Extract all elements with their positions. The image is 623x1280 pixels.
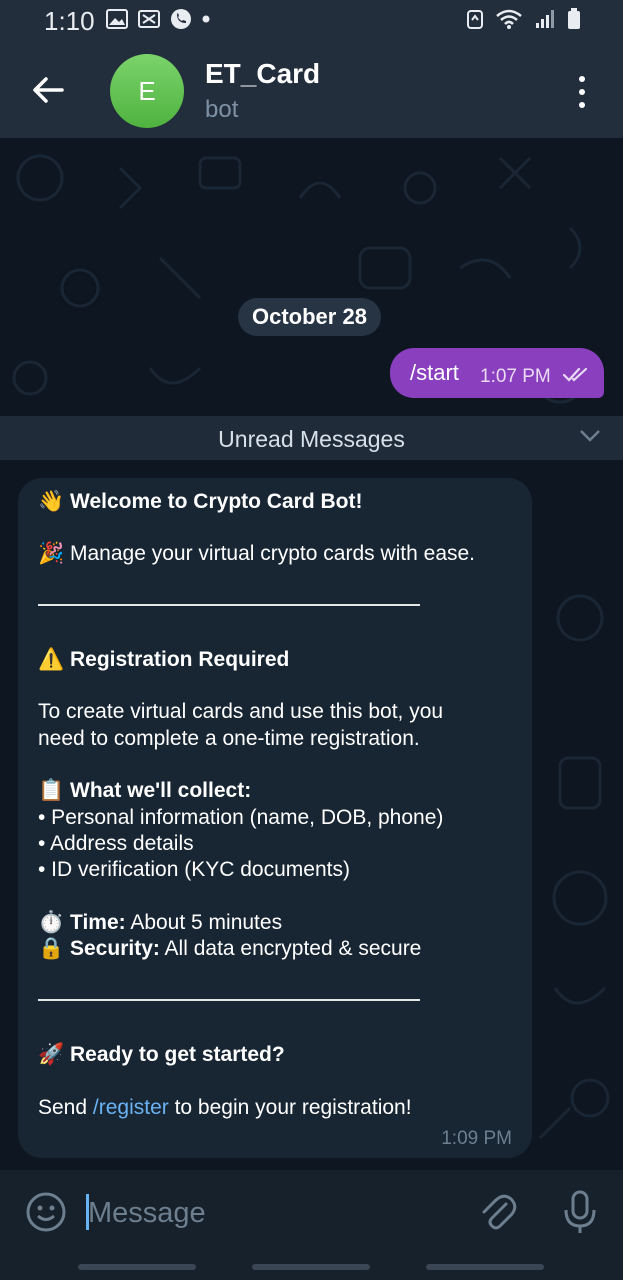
lock-icon: 🔒 [38, 937, 65, 960]
attach-icon[interactable] [478, 1190, 518, 1234]
registration-title: Registration Required [70, 648, 290, 671]
security-line: 🔒 Security: All data encrypted & secure [38, 937, 421, 961]
status-time: 1:10 [44, 6, 95, 36]
collect-title: What we'll collect: [70, 779, 252, 802]
signal-icon [536, 10, 554, 28]
avatar[interactable]: E [110, 54, 184, 128]
unread-messages-label: Unread Messages [218, 426, 405, 452]
app-notification-icon [138, 10, 160, 28]
register-command-link[interactable]: /register [93, 1096, 169, 1119]
data-saver-icon [467, 10, 483, 29]
chat-subtitle: bot [205, 96, 239, 123]
rocket-icon: 🚀 [38, 1043, 65, 1066]
status-bar: 1:10 [0, 0, 623, 40]
date-separator: October 28 [238, 298, 381, 336]
back-arrow-icon[interactable] [28, 70, 68, 110]
chevron-down-icon[interactable] [579, 429, 601, 443]
security-label: Security: [70, 937, 160, 960]
outgoing-message[interactable]: /start 1:07 PM [390, 348, 604, 398]
send-suffix: to begin your registration! [168, 1096, 412, 1119]
incoming-message[interactable]: 👋 Welcome to Crypto Card Bot! 🎉 Manage you… [18, 478, 532, 1158]
stopwatch-icon: ⏱️ [38, 911, 65, 934]
nav-home-handle[interactable] [252, 1264, 370, 1270]
battery-icon [568, 8, 580, 29]
welcome-line: 👋 Welcome to Crypto Card Bot! [38, 490, 362, 514]
manage-line: 🎉 Manage your virtual crypto cards with e… [38, 542, 475, 566]
ready-line: 🚀 Ready to get started? [38, 1043, 285, 1067]
chat-title[interactable]: ET_Card [205, 58, 320, 90]
divider [38, 999, 420, 1001]
security-value: All data encrypted & secure [159, 937, 422, 960]
more-options-icon[interactable] [567, 72, 597, 112]
image-notification-icon [106, 9, 128, 29]
registration-body-1: To create virtual cards and use this bot… [38, 700, 444, 723]
nav-back-handle[interactable] [426, 1264, 544, 1270]
collect-item-2: • Address details [38, 832, 194, 855]
time-line: ⏱️ Time: About 5 minutes [38, 911, 282, 935]
time-value: About 5 minutes [125, 911, 283, 934]
message-composer [0, 1170, 623, 1254]
message-input[interactable] [86, 1188, 450, 1238]
collect-item-3: • ID verification (KYC documents) [38, 858, 350, 881]
waving-hand-icon: 👋 [38, 490, 65, 513]
nav-recents-handle[interactable] [78, 1264, 196, 1270]
welcome-text: Welcome to Crypto Card Bot! [70, 490, 363, 513]
registration-body-2: need to complete a one-time registration… [38, 727, 420, 750]
registration-title-line: ⚠️ Registration Required [38, 648, 289, 672]
clipboard-icon: 📋 [38, 779, 65, 802]
collect-item-1: • Personal information (name, DOB, phone… [38, 806, 444, 829]
outgoing-message-time: 1:07 PM [480, 366, 551, 387]
manage-text: Manage your virtual crypto cards with ea… [70, 542, 476, 565]
send-prefix: Send [38, 1096, 93, 1119]
notification-icons [106, 8, 210, 30]
party-popper-icon: 🎉 [38, 542, 65, 565]
system-icons [467, 8, 581, 30]
divider [38, 604, 420, 606]
wifi-icon [496, 9, 522, 29]
chat-header: E ET_Card bot [0, 40, 623, 138]
ready-text: Ready to get started? [70, 1043, 285, 1066]
microphone-icon[interactable] [560, 1188, 600, 1236]
emoji-icon[interactable] [24, 1190, 68, 1234]
send-line: Send /register to begin your registratio… [38, 1096, 412, 1120]
outgoing-message-text: /start [410, 360, 459, 385]
avatar-letter: E [138, 75, 156, 106]
unread-messages-divider: Unread Messages [0, 416, 623, 460]
time-label: Time: [70, 911, 126, 934]
phone-notification-icon [171, 9, 191, 29]
incoming-message-time: 1:09 PM [441, 1128, 512, 1149]
warning-icon: ⚠️ [38, 648, 65, 671]
collect-title-line: 📋 What we'll collect: [38, 779, 251, 803]
system-navigation-bar [0, 1254, 623, 1280]
chat-area[interactable]: October 28 /start 1:07 PM Unread Message… [0, 138, 623, 1170]
double-check-icon [562, 367, 588, 382]
dot-icon [202, 15, 210, 23]
